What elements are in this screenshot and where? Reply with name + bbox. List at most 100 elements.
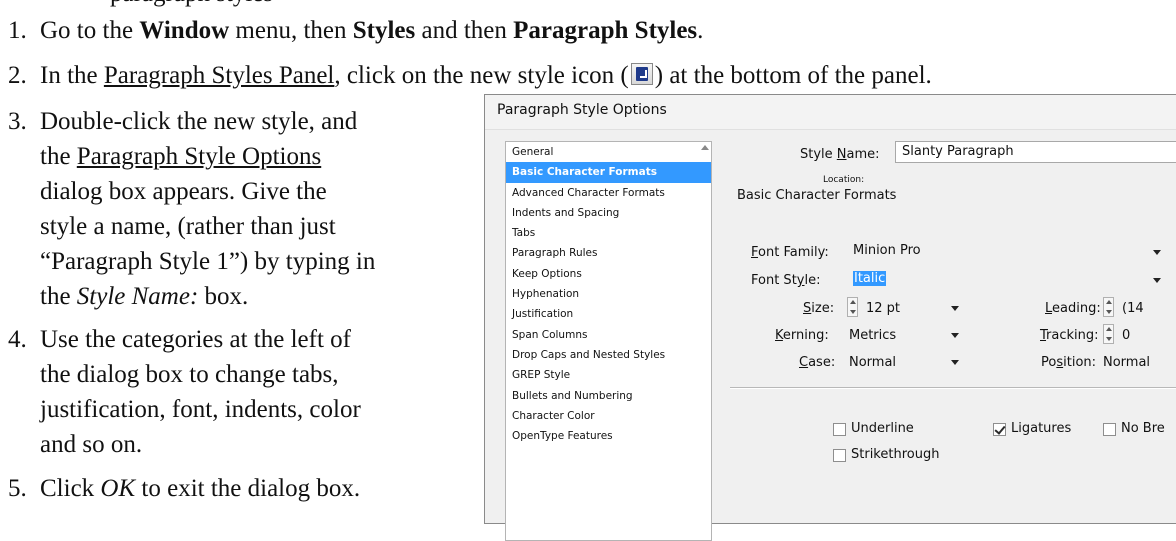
font-family-label: Font Family: [751,245,829,260]
ligatures-label: Ligatures [1011,421,1072,436]
text-line: and so on. [40,431,143,458]
text-run: the [40,143,77,170]
category-item[interactable]: Paragraph Rules [506,243,711,263]
leading-stepper[interactable] [1103,297,1114,317]
divider [730,387,1176,389]
kerning-label: Kerning: [775,328,829,343]
leading-label: Leading: [1045,301,1101,316]
category-item[interactable]: General [506,142,711,162]
style-name-input[interactable]: Slanty Paragraph [895,141,1176,163]
step-text: Click OK to exit the dialog box. [40,471,360,506]
paragraph-style-options-dialog: Paragraph Style Options General Basic Cha… [484,94,1176,541]
text-run: Go to the [40,17,140,44]
text-run: , click on the new style icon ( [334,62,629,89]
size-value[interactable]: 12 pt [866,301,900,316]
step-1: 1. Go to the Window menu, then Styles an… [0,13,1176,48]
font-style-select[interactable]: Italic [847,269,1165,291]
chevron-down-icon[interactable] [951,360,959,365]
style-name-label: Style Name: [800,147,880,162]
step-text: Double-click the new style, and the Para… [40,104,375,314]
text-run: to exit the dialog box. [135,475,361,502]
category-item[interactable]: Keep Options [506,264,711,284]
text-line: style a name, (rather than just [40,213,336,240]
step-number: 1. [8,17,27,44]
category-list[interactable]: General Basic Character Formats Advanced C… [505,141,712,541]
step-number: 3. [8,108,27,135]
menu-name-window: Window [139,17,230,44]
no-break-checkbox[interactable] [1103,423,1116,436]
size-stepper[interactable] [847,297,858,317]
step-2: 2. In the Paragraph Styles Panel, click … [0,58,1176,93]
strikethrough-label: Strikethrough [851,447,940,462]
position-value[interactable]: Normal [1103,355,1150,370]
tracking-stepper[interactable] [1103,324,1114,344]
step-text: Go to the Window menu, then Styles and t… [40,13,703,48]
size-label: Size: [803,301,835,316]
leading-value[interactable]: (14 [1122,301,1144,316]
text-line: Double-click the new style, and [40,108,358,135]
category-item[interactable]: Advanced Character Formats [506,183,711,203]
location-label: Location: [823,175,865,185]
new-style-icon [630,63,653,85]
text-run: the [40,283,77,310]
no-break-label: No Bre [1121,421,1165,436]
text-line: justification, font, indents, color [40,396,361,423]
document-page: paragraph styles 1. Go to the Window men… [0,0,1176,541]
step-number: 2. [8,62,27,89]
section-heading: Basic Character Formats [737,188,897,203]
category-item[interactable]: Drop Caps and Nested Styles [506,345,711,365]
text-run: box. [198,283,249,310]
paragraph-style-options-link: Paragraph Style Options [76,143,322,170]
text-line: “Paragraph Style 1”) by typing in [40,248,376,275]
case-value[interactable]: Normal [849,355,896,370]
text-line: the dialog box to change tabs, [40,361,339,388]
category-item[interactable]: Tabs [506,223,711,243]
step-5: 5. Click OK to exit the dialog box. [0,471,480,506]
category-item[interactable]: Justification [506,304,711,324]
category-item[interactable]: Hyphenation [506,284,711,304]
underline-checkbox[interactable] [833,423,846,436]
chevron-down-icon[interactable] [951,306,959,311]
text-run: In the [40,62,104,89]
underline-label: Underline [851,421,914,436]
text-run: Click [40,475,101,502]
text-run: menu, then [229,17,353,44]
chevron-down-icon[interactable] [1153,278,1161,283]
step-number: 4. [8,326,27,353]
step-text: Use the categories at the left of the di… [40,322,361,462]
category-items: General Basic Character Formats Advanced C… [506,142,711,446]
category-item[interactable]: Basic Character Formats [506,162,711,183]
kerning-value[interactable]: Metrics [849,328,896,343]
text-line: dialog box appears. Give the [40,178,327,205]
ok-reference: OK [100,475,136,502]
chevron-down-icon[interactable] [951,333,959,338]
scroll-up-icon[interactable] [701,145,709,150]
step-4: 4. Use the categories at the left of the… [0,322,480,462]
category-item[interactable]: Indents and Spacing [506,203,711,223]
font-family-select[interactable]: Minion Pro [847,241,1165,263]
category-item[interactable]: OpenType Features [506,426,711,446]
tracking-label: Tracking: [1040,328,1099,343]
category-item[interactable]: GREP Style [506,365,711,385]
text-run: and then [415,17,514,44]
position-label: Position: [1041,355,1097,370]
tracking-value[interactable]: 0 [1122,328,1130,343]
text-run: ) at the bottom of the panel. [654,62,932,89]
top-fragment-text: paragraph styles [110,0,273,11]
menu-name-paragraph-styles: Paragraph Styles [513,17,698,44]
step-3: 3. Double-click the new style, and the P… [0,104,480,314]
font-style-label: Font Style: [751,273,821,288]
ligatures-checkbox[interactable] [993,423,1006,436]
strikethrough-checkbox[interactable] [833,449,846,462]
text-run: . [697,17,704,44]
text-line: the Style Name: box. [40,279,375,314]
text-line: the Paragraph Style Options [40,139,375,174]
category-item[interactable]: Span Columns [506,325,711,345]
chevron-down-icon[interactable] [1153,250,1161,255]
step-number: 5. [8,475,27,502]
text-line: Use the categories at the left of [40,326,351,353]
menu-name-styles: Styles [352,17,416,44]
category-item[interactable]: Bullets and Numbering [506,386,711,406]
category-item[interactable]: Character Color [506,406,711,426]
dialog-title: Paragraph Style Options [485,95,1176,130]
